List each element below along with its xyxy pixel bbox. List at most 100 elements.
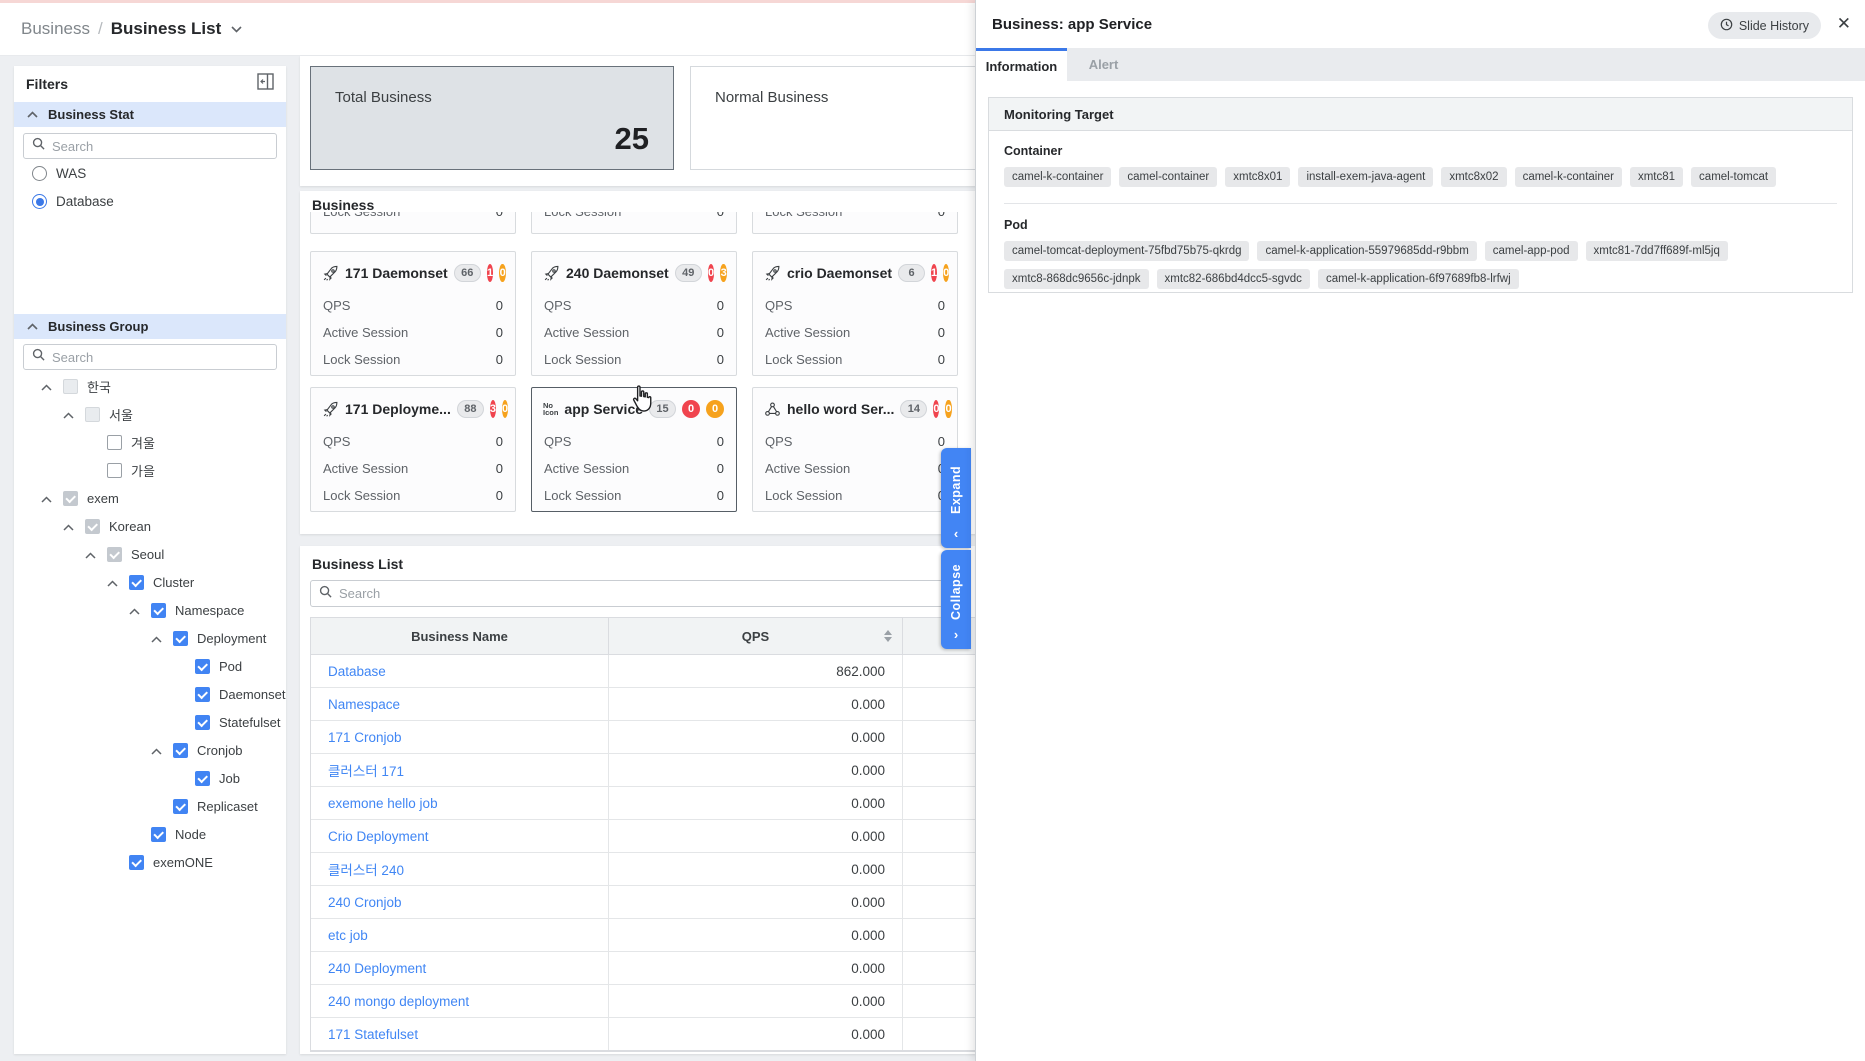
target-tag[interactable]: xmtc81-7dd7ff689f-ml5jq bbox=[1586, 241, 1728, 261]
business-name-link[interactable]: 171 Statefulset bbox=[311, 1018, 609, 1050]
business-name-link[interactable]: Database bbox=[311, 655, 609, 687]
checkbox-checked[interactable] bbox=[173, 743, 188, 758]
target-tag[interactable]: xmtc8x02 bbox=[1441, 167, 1506, 187]
target-tag[interactable]: install-exem-java-agent bbox=[1298, 167, 1433, 187]
business-name-link[interactable]: 171 Cronjob bbox=[311, 721, 609, 753]
tree-item-Replicaset[interactable]: Replicaset bbox=[14, 792, 286, 820]
checkbox-unchecked-muted[interactable] bbox=[63, 379, 78, 394]
business-card-partial[interactable]: Lock Session0 bbox=[531, 212, 737, 234]
checkbox-checked[interactable] bbox=[195, 715, 210, 730]
business-name-link[interactable]: Crio Deployment bbox=[311, 820, 609, 852]
target-tag[interactable]: camel-k-container bbox=[1515, 167, 1622, 187]
stat-card-total[interactable]: Total Business25 bbox=[310, 66, 674, 170]
business-card-crio-daemonset[interactable]: crio Daemonset610QPS0Active Session0Lock… bbox=[752, 251, 958, 376]
tree-item-Namespace[interactable]: Namespace bbox=[14, 596, 286, 624]
chevron-down-icon[interactable] bbox=[231, 22, 242, 36]
target-tag[interactable]: camel-container bbox=[1119, 167, 1217, 187]
target-tag[interactable]: xmtc8-868dc9656c-jdnpk bbox=[1004, 269, 1149, 289]
breadcrumb-page[interactable]: Business List bbox=[111, 19, 222, 39]
checkbox-checked-muted[interactable] bbox=[63, 491, 78, 506]
tree-item-겨울[interactable]: 겨울 bbox=[14, 428, 286, 456]
business-name-link[interactable]: etc job bbox=[311, 919, 609, 951]
tab-alert[interactable]: Alert bbox=[1067, 48, 1140, 81]
tree-item-한국[interactable]: 한국 bbox=[14, 372, 286, 400]
tree-item-Daemonset[interactable]: Daemonset bbox=[14, 680, 286, 708]
section-business-group[interactable]: Business Group bbox=[14, 314, 286, 339]
chevron-up-icon[interactable] bbox=[129, 603, 142, 618]
tree-item-Cluster[interactable]: Cluster bbox=[14, 568, 286, 596]
section-business-stat[interactable]: Business Stat bbox=[14, 102, 286, 127]
tab-information[interactable]: Information bbox=[976, 48, 1067, 81]
expand-handle[interactable]: Expand ‹ bbox=[941, 448, 971, 548]
tree-item-Pod[interactable]: Pod bbox=[14, 652, 286, 680]
checkbox-unchecked-muted[interactable] bbox=[85, 407, 100, 422]
slide-history-button[interactable]: Slide History bbox=[1708, 12, 1821, 39]
chevron-up-icon[interactable] bbox=[63, 519, 76, 534]
checkbox-checked[interactable] bbox=[151, 827, 166, 842]
close-icon[interactable]: ✕ bbox=[1837, 14, 1851, 34]
chevron-up-icon[interactable] bbox=[151, 743, 164, 758]
business-name-link[interactable]: 240 mongo deployment bbox=[311, 985, 609, 1017]
search-input[interactable] bbox=[52, 350, 268, 365]
collapse-handle[interactable]: Collapse › bbox=[941, 550, 971, 649]
business-list-search[interactable] bbox=[310, 580, 960, 607]
business-group-search[interactable] bbox=[23, 344, 277, 370]
chevron-up-icon[interactable] bbox=[151, 631, 164, 646]
checkbox-unchecked[interactable] bbox=[107, 435, 122, 450]
checkbox-checked-muted[interactable] bbox=[85, 519, 100, 534]
tree-item-Deployment[interactable]: Deployment bbox=[14, 624, 286, 652]
breadcrumb-section[interactable]: Business bbox=[21, 19, 90, 39]
business-name-link[interactable]: 240 Cronjob bbox=[311, 886, 609, 918]
business-card-partial[interactable]: Lock Session0 bbox=[310, 212, 516, 234]
checkbox-checked[interactable] bbox=[195, 687, 210, 702]
target-tag[interactable]: camel-tomcat-deployment-75fbd75b75-qkrdg bbox=[1004, 241, 1249, 261]
business-name-link[interactable]: 클러스터 171 bbox=[311, 754, 609, 786]
search-input[interactable] bbox=[339, 586, 951, 601]
tree-item-서울[interactable]: 서울 bbox=[14, 400, 286, 428]
chevron-up-icon[interactable] bbox=[107, 575, 120, 590]
target-tag[interactable]: camel-tomcat bbox=[1691, 167, 1776, 187]
search-input[interactable] bbox=[52, 139, 268, 154]
tree-item-exem[interactable]: exem bbox=[14, 484, 286, 512]
tree-item-가을[interactable]: 가을 bbox=[14, 456, 286, 484]
tree-item-Cronjob[interactable]: Cronjob bbox=[14, 736, 286, 764]
business-card-171-daemonset[interactable]: 171 Daemonset6610QPS0Active Session0Lock… bbox=[310, 251, 516, 376]
column-header-qps[interactable]: QPS bbox=[609, 618, 903, 654]
tree-item-Statefulset[interactable]: Statefulset bbox=[14, 708, 286, 736]
tree-item-Seoul[interactable]: Seoul bbox=[14, 540, 286, 568]
business-card-partial[interactable]: Lock Session0 bbox=[752, 212, 958, 234]
radio-option-was[interactable]: WAS bbox=[32, 166, 86, 181]
business-name-link[interactable]: Namespace bbox=[311, 688, 609, 720]
tree-item-Node[interactable]: Node bbox=[14, 820, 286, 848]
target-tag[interactable]: camel-k-application-6f97689fb8-lrfwj bbox=[1318, 269, 1519, 289]
checkbox-checked[interactable] bbox=[129, 855, 144, 870]
business-card-240-daemonset[interactable]: 240 Daemonset4903QPS0Active Session0Lock… bbox=[531, 251, 737, 376]
target-tag[interactable]: camel-k-container bbox=[1004, 167, 1111, 187]
chevron-up-icon[interactable] bbox=[41, 491, 54, 506]
business-card-171-deployme-[interactable]: 171 Deployme...8830QPS0Active Session0Lo… bbox=[310, 387, 516, 512]
chevron-up-icon[interactable] bbox=[41, 379, 54, 394]
column-header-business-name[interactable]: Business Name bbox=[311, 618, 609, 654]
checkbox-checked[interactable] bbox=[173, 799, 188, 814]
business-name-link[interactable]: exemone hello job bbox=[311, 787, 609, 819]
chevron-up-icon[interactable] bbox=[85, 547, 98, 562]
sort-icon[interactable] bbox=[884, 630, 892, 642]
radio-option-database[interactable]: Database bbox=[32, 194, 114, 209]
tree-item-Korean[interactable]: Korean bbox=[14, 512, 286, 540]
checkbox-checked[interactable] bbox=[129, 575, 144, 590]
target-tag[interactable]: xmtc82-686bd4dcc5-sgvdc bbox=[1157, 269, 1310, 289]
radio-selected[interactable] bbox=[32, 194, 47, 209]
checkbox-checked[interactable] bbox=[195, 659, 210, 674]
chevron-up-icon[interactable] bbox=[63, 407, 76, 422]
checkbox-checked[interactable] bbox=[173, 631, 188, 646]
collapse-panel-icon[interactable] bbox=[257, 73, 274, 95]
tree-item-Job[interactable]: Job bbox=[14, 764, 286, 792]
target-tag[interactable]: xmtc81 bbox=[1630, 167, 1683, 187]
radio-unselected[interactable] bbox=[32, 166, 47, 181]
tree-item-exemONE[interactable]: exemONE bbox=[14, 848, 286, 876]
target-tag[interactable]: camel-k-application-55979685dd-r9bbm bbox=[1257, 241, 1476, 261]
checkbox-unchecked[interactable] bbox=[107, 463, 122, 478]
checkbox-checked[interactable] bbox=[151, 603, 166, 618]
business-stat-search[interactable] bbox=[23, 133, 277, 159]
target-tag[interactable]: xmtc8x01 bbox=[1225, 167, 1290, 187]
